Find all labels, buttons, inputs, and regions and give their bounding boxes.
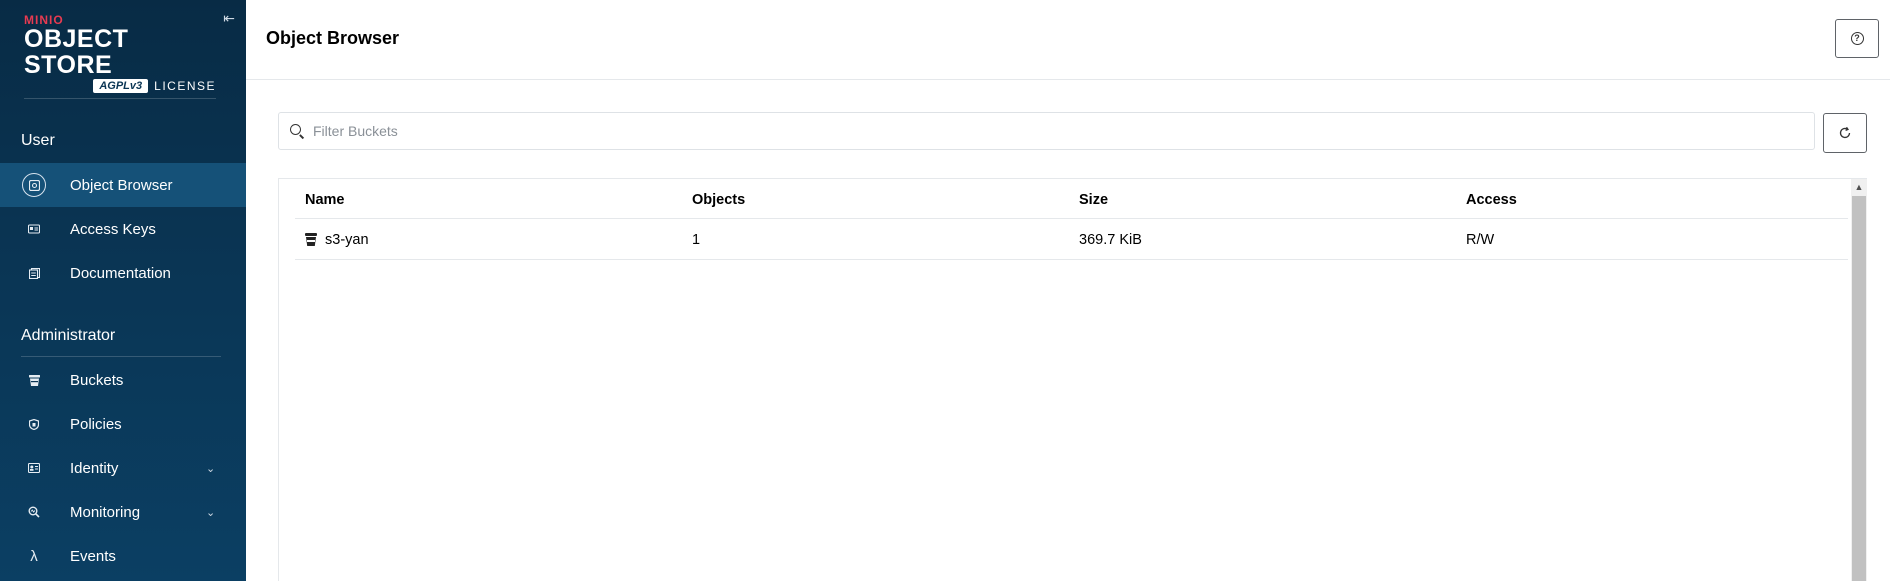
table-row[interactable]: s3-yan 1 369.7 KiB R/W (295, 220, 1848, 260)
chevron-down-icon[interactable]: ⌄ (206, 462, 215, 475)
bucket-objects: 1 (692, 232, 701, 248)
bucket-access: R/W (1466, 232, 1495, 248)
sidebar-item-object-browser[interactable]: Object Browser (0, 163, 246, 207)
page-title: Object Browser (266, 28, 400, 48)
column-header-name[interactable]: Name (305, 192, 345, 208)
documentation-icon (22, 261, 46, 285)
help-button[interactable]: ? (1835, 19, 1879, 58)
table-scrollbar[interactable]: ▲ (1851, 179, 1867, 581)
collapse-left-icon[interactable]: ⇤ (220, 9, 238, 27)
identity-icon (22, 456, 46, 480)
minio-logo[interactable]: MINIO OBJECT STORE AGPLv3 LICENSE (24, 14, 224, 93)
lambda-icon: λ (30, 547, 38, 565)
sidebar-item-label: Policies (70, 415, 122, 433)
sidebar-item-access-keys[interactable]: Access Keys (0, 207, 246, 251)
sidebar-item-label: Object Browser (70, 176, 173, 194)
scroll-up-icon[interactable]: ▲ (1851, 179, 1867, 195)
sidebar-item-documentation[interactable]: Documentation (0, 251, 246, 295)
object-browser-icon (22, 173, 46, 197)
refresh-button[interactable] (1823, 113, 1867, 153)
section-label-admin: Administrator (21, 327, 116, 344)
sidebar-item-events[interactable]: λ Events (0, 534, 246, 578)
sidebar-item-monitoring[interactable]: Monitoring ⌄ (0, 490, 246, 534)
column-header-size[interactable]: Size (1079, 192, 1108, 208)
sidebar-divider (24, 98, 216, 99)
access-keys-icon (22, 217, 46, 241)
chevron-down-icon[interactable]: ⌄ (206, 506, 215, 519)
bucket-icon (22, 368, 46, 392)
help-icon: ? (1850, 32, 1864, 45)
sidebar-item-label: Access Keys (70, 220, 156, 238)
sidebar-item-policies[interactable]: Policies (0, 402, 246, 446)
bucket-name: s3-yan (325, 232, 369, 248)
filter-buckets-field[interactable] (278, 112, 1815, 150)
shield-icon (22, 412, 46, 436)
sidebar-item-identity[interactable]: Identity ⌄ (0, 446, 246, 490)
logo-license-row: AGPLv3 LICENSE (24, 79, 224, 93)
table-header: Name Objects Size Access (295, 179, 1848, 219)
scroll-thumb[interactable] (1852, 196, 1866, 581)
logo-license-badge: AGPLv3 (93, 79, 149, 93)
logo-license-label: LICENSE (154, 79, 216, 93)
sidebar-item-label: Monitoring (70, 503, 141, 521)
sidebar: MINIO OBJECT STORE AGPLv3 LICENSE ⇤ User… (0, 0, 246, 581)
section-label-user: User (21, 132, 55, 149)
admin-divider (21, 356, 221, 357)
filter-buckets-input[interactable] (313, 113, 1793, 149)
sidebar-item-label: Documentation (70, 264, 171, 282)
logo-product: OBJECT STORE (24, 25, 129, 79)
bucket-size: 369.7 KiB (1079, 232, 1142, 248)
sidebar-item-label: Buckets (70, 371, 124, 389)
sidebar-item-buckets[interactable]: Buckets (0, 358, 246, 402)
monitoring-icon (22, 500, 46, 524)
column-header-objects[interactable]: Objects (692, 192, 745, 208)
bucket-icon (305, 233, 317, 246)
search-icon (289, 123, 305, 139)
refresh-icon (1839, 126, 1851, 139)
column-header-access[interactable]: Access (1466, 192, 1517, 208)
buckets-table: Name Objects Size Access s3-yan 1 369.7 … (278, 178, 1867, 581)
page-header: Object Browser ? (246, 0, 1890, 80)
sidebar-item-label: Identity (70, 459, 119, 477)
sidebar-item-label: Events (70, 547, 116, 565)
